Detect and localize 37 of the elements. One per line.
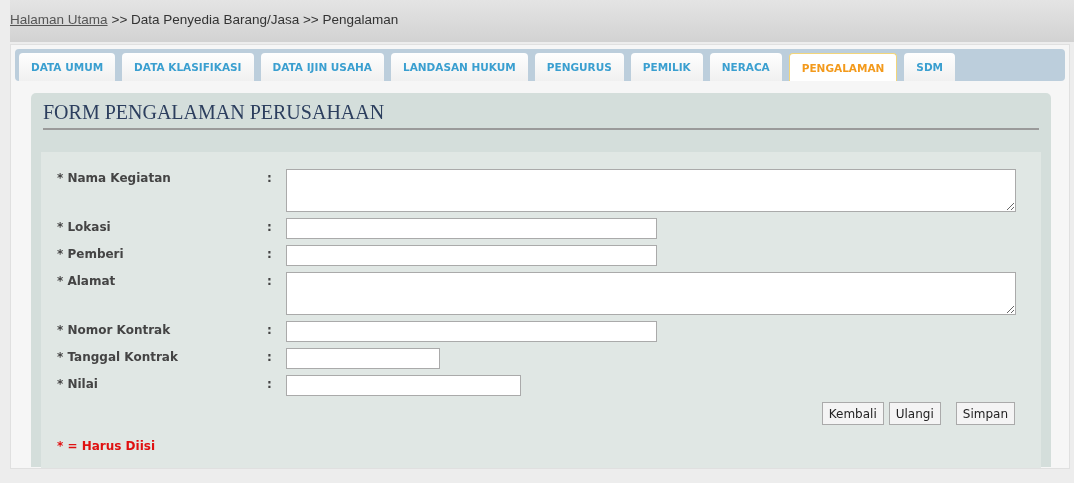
text-area[interactable] xyxy=(286,272,1016,315)
field-label: * Nama Kegiatan xyxy=(57,170,172,185)
tab[interactable]: NERACA xyxy=(709,53,782,81)
reset-button[interactable]: Ulangi xyxy=(888,402,941,425)
tab[interactable]: LANDASAN HUKUM xyxy=(390,53,528,81)
field-label: * Alamat xyxy=(57,273,117,288)
colon: : xyxy=(267,219,273,234)
tab[interactable]: DATA IJIN USAHA xyxy=(260,53,384,81)
tab[interactable]: PEMILIK xyxy=(630,53,703,81)
text-area[interactable] xyxy=(286,169,1016,212)
field-label: * Nilai xyxy=(57,376,99,391)
colon: : xyxy=(267,349,273,364)
save-button[interactable]: Simpan xyxy=(955,402,1015,425)
breadcrumb-trail: >> Data Penyedia Barang/Jasa >> Pengalaman xyxy=(111,12,399,27)
colon: : xyxy=(267,273,273,288)
colon: : xyxy=(267,170,273,185)
input-field[interactable] xyxy=(286,218,657,239)
field-label: * Lokasi xyxy=(57,219,112,234)
input-field[interactable] xyxy=(286,375,521,396)
field-label: * Pemberi xyxy=(57,246,125,261)
form-title: FORM PENGALAMAN PERUSAHAAN xyxy=(43,101,1039,130)
home-link[interactable]: Halaman Utama xyxy=(10,12,108,27)
field-label: * Tanggal Kontrak xyxy=(57,349,179,364)
colon: : xyxy=(267,246,273,261)
tab[interactable]: PENGURUS xyxy=(534,53,624,81)
tab[interactable]: DATA UMUM xyxy=(19,53,116,81)
input-field[interactable] xyxy=(286,348,440,369)
tab[interactable]: SDM xyxy=(904,53,956,81)
tab[interactable]: DATA KLASIFIKASI xyxy=(122,53,254,81)
input-field[interactable] xyxy=(286,321,657,342)
required-note: * = Harus Diisi xyxy=(57,439,157,453)
colon: : xyxy=(267,376,273,391)
input-field[interactable] xyxy=(286,245,657,266)
tab[interactable]: PENGALAMAN xyxy=(788,53,898,81)
back-button[interactable]: Kembali xyxy=(821,402,884,425)
field-label: * Nomor Kontrak xyxy=(57,322,172,337)
colon: : xyxy=(267,322,273,337)
